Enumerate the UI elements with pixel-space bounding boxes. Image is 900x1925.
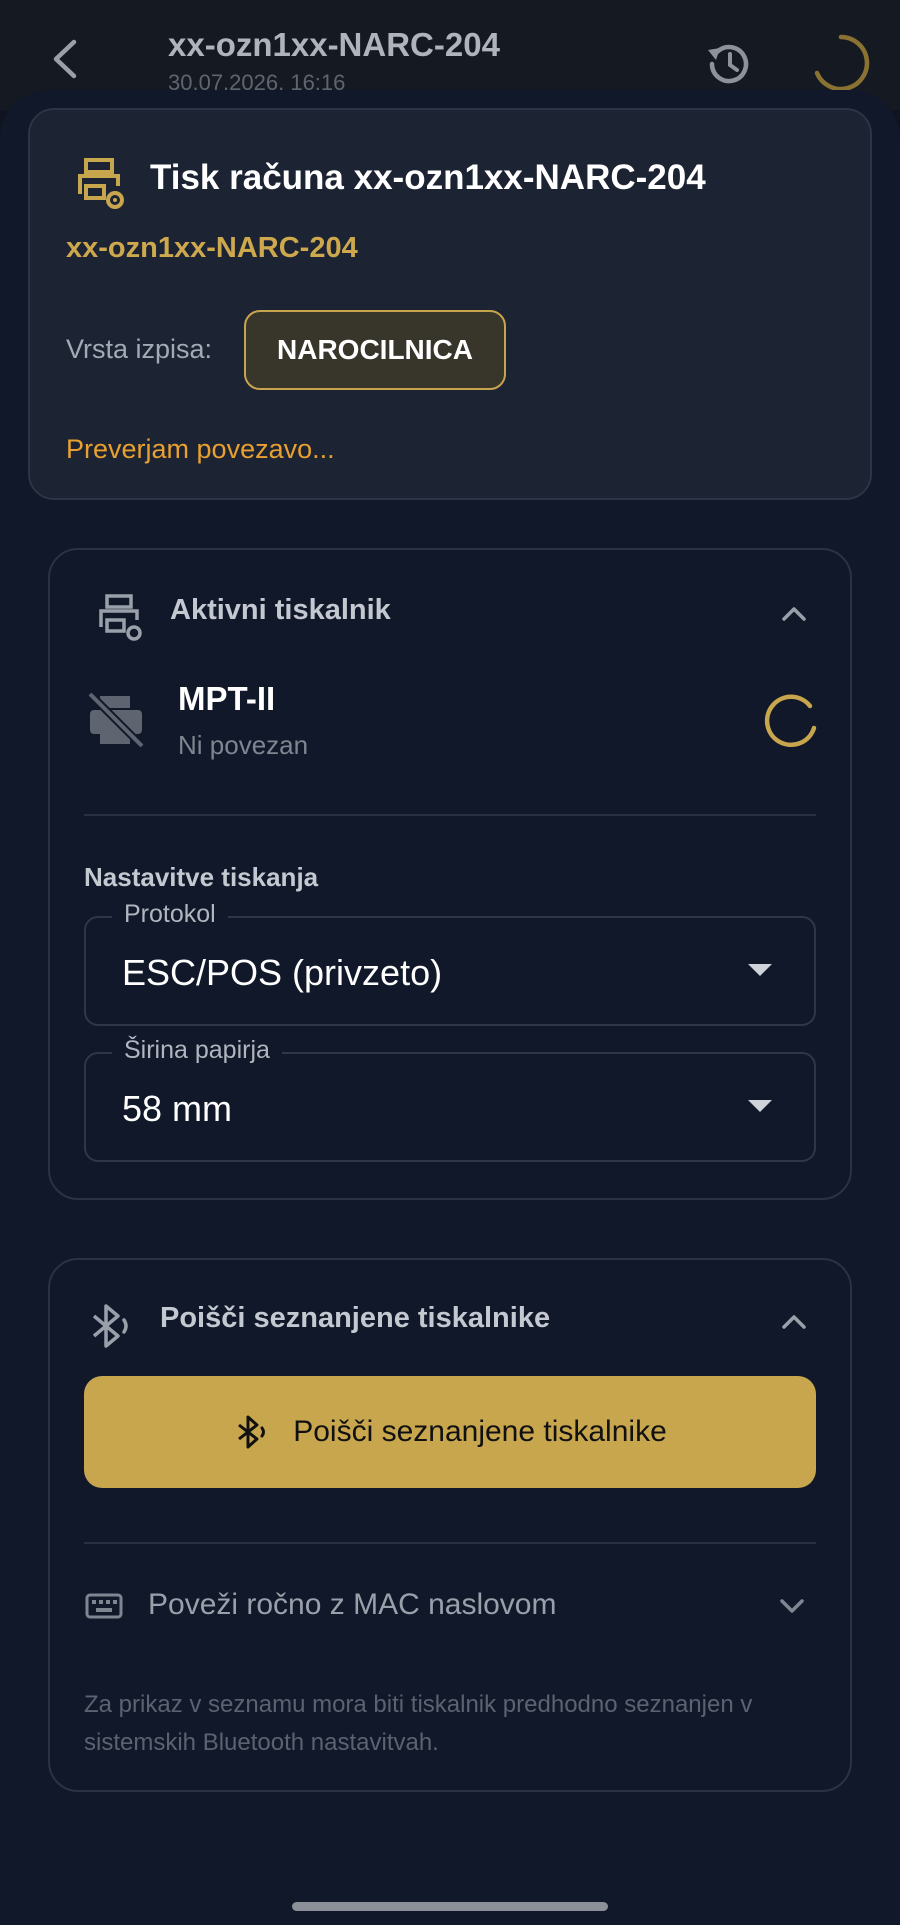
chevron-up-icon[interactable] [776,596,812,632]
document-code: xx-ozn1xx-NARC-204 [66,232,358,264]
loading-spinner-icon [814,34,870,92]
dropdown-arrow-icon [748,964,772,976]
history-icon[interactable] [700,36,756,92]
paper-width-dropdown[interactable]: Širina papirja 58 mm [84,1036,816,1162]
dropdown-arrow-icon [748,1100,772,1112]
appbar-title: xx-ozn1xx-NARC-204 [168,26,500,63]
protocol-value: ESC/POS (privzeto) [122,952,443,993]
connection-status: Preverjam povezavo... [66,434,335,464]
divider [84,814,816,816]
printer-name: MPT-II [178,680,276,717]
bluetooth-search-icon [92,1304,128,1348]
printer-status: Ni povezan [178,730,309,760]
paper-width-label: Širina papirja [112,1036,282,1065]
print-type-label: Vrsta izpisa: [66,334,213,364]
chevron-down-icon[interactable] [774,1588,810,1624]
printer-settings-icon [78,158,124,209]
print-type-chip[interactable]: NAROCILNICA [244,310,506,390]
back-arrow-icon[interactable] [44,34,88,84]
home-indicator[interactable] [292,1902,608,1911]
manual-mac-label: Poveži ročno z MAC naslovom [148,1588,557,1621]
pairing-hint-text: Za prikaz v seznamu mora biti tiskalnik … [84,1691,753,1756]
paper-width-value: 58 mm [122,1088,233,1129]
printer-settings-icon [99,594,142,641]
scan-paired-printers-button[interactable]: Poišči seznanjene tiskalnike [84,1376,816,1488]
printer-disconnected-icon [87,691,145,749]
protocol-dropdown[interactable]: Protokol ESC/POS (privzeto) [84,900,816,1026]
keyboard-icon [85,1593,123,1619]
print-receipt-title: Tisk računa xx-ozn1xx-NARC-204 [150,158,706,197]
paired-printers-card: Poišči seznanjene tiskalnike Poišči sezn… [48,1258,852,1792]
loading-spinner-icon [764,694,817,748]
chevron-up-icon[interactable] [776,1304,812,1340]
print-settings-title: Nastavitve tiskanja [84,862,319,892]
divider [84,1542,816,1544]
paired-printers-section-title: Poišči seznanjene tiskalnike [160,1302,551,1334]
scan-button-label: Poišči seznanjene tiskalnike [293,1415,667,1448]
bluetooth-search-icon [238,1415,266,1449]
receipt-header-card: Tisk računa xx-ozn1xx-NARC-204 xx-ozn1xx… [28,108,872,500]
active-printer-card: Aktivni tiskalnik MPT-II Ni povezan Nast… [48,548,852,1200]
protocol-label: Protokol [112,900,228,929]
manual-mac-connect-row[interactable]: Poveži ročno z MAC naslovom [84,1574,816,1638]
active-printer-section-title: Aktivni tiskalnik [170,594,391,626]
